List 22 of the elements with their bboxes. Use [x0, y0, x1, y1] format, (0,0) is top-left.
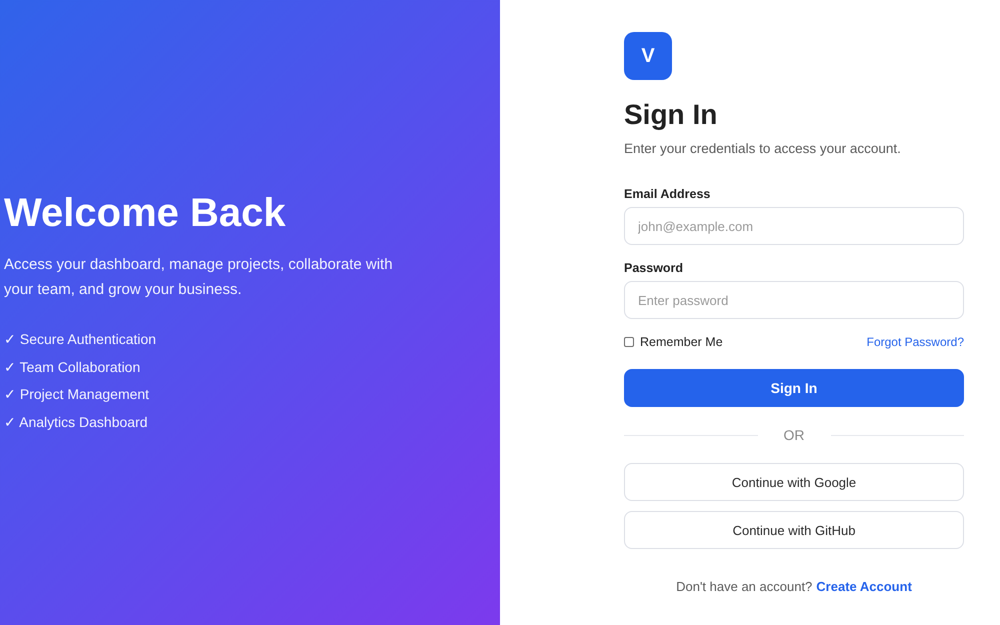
feature-item: ✓ Project Management: [4, 385, 150, 404]
social-login-button[interactable]: Continue with Google: [624, 463, 964, 501]
hero-description: Access your dashboard, manage projects, collaborate with your team, and grow your business.: [4, 255, 394, 300]
divider-label: OR: [782, 427, 806, 443]
feature-item: ✓ Team Collaboration: [4, 358, 140, 376]
feature-item: ✓ Analytics Dashboard: [4, 412, 148, 432]
forgot-password-link[interactable]: Forgot Password?: [866, 334, 964, 350]
remember-checkbox[interactable]: [624, 337, 634, 347]
sign-in-button[interactable]: Sign In: [624, 369, 964, 407]
form-title: Sign In: [624, 98, 718, 132]
logo-tile: V: [624, 32, 672, 80]
input-field[interactable]: john@example.com: [624, 207, 964, 245]
field-label: Email Address: [624, 186, 710, 202]
hero-title: Welcome Back: [4, 190, 286, 237]
field-label: Password: [624, 260, 684, 276]
social-login-button[interactable]: Continue with GitHub: [624, 511, 964, 549]
input-field[interactable]: Enter password: [624, 281, 964, 319]
form-subtitle: Enter your credentials to access your account.: [624, 140, 901, 158]
feature-item: ✓ Secure Authentication: [4, 330, 156, 349]
remember-me-label[interactable]: Remember Me: [640, 334, 723, 350]
create-account-link[interactable]: Create Account: [816, 579, 912, 595]
signup-prompt: Don't have an account?: [676, 579, 812, 595]
